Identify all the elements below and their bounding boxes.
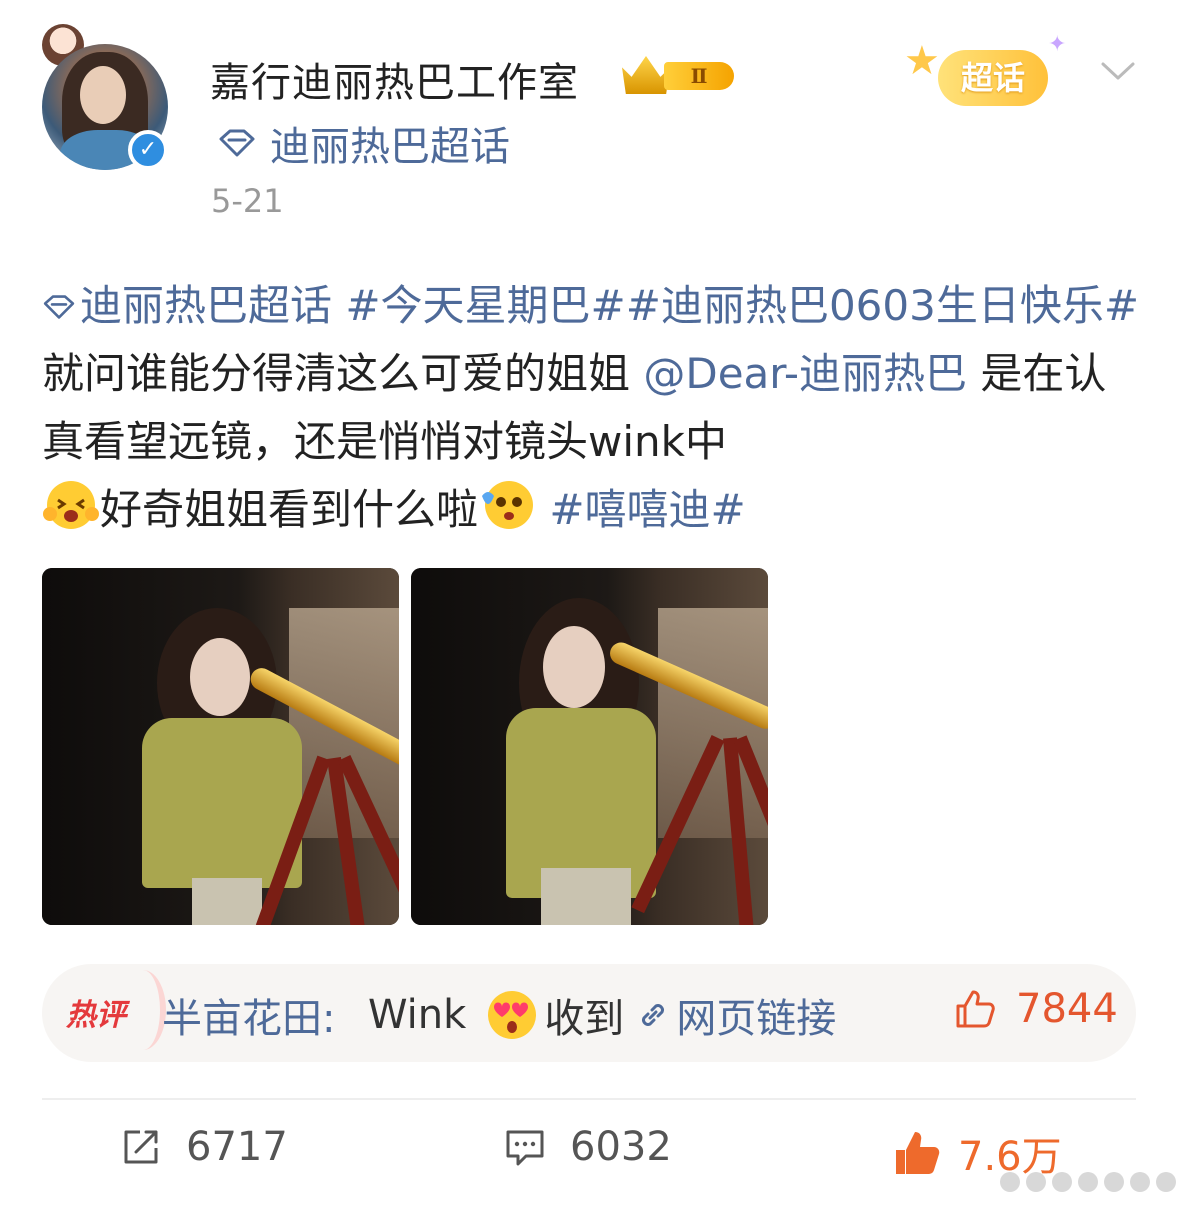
divider: [42, 1098, 1136, 1100]
chevron-down-icon[interactable]: [1100, 56, 1136, 86]
thumb-up-icon: [896, 1132, 940, 1174]
web-link[interactable]: 网页链接: [638, 986, 836, 1044]
post-date: 5-21: [211, 182, 284, 220]
supertopic-tag[interactable]: 迪丽热巴超话: [42, 281, 332, 330]
post-body-text: 好奇姐姐看到什么啦: [100, 485, 479, 534]
comment-icon: [506, 1130, 544, 1166]
diamond-icon: [219, 129, 255, 157]
excited-face-emoji-icon: [43, 481, 99, 529]
comment-like-count: 7844: [1016, 986, 1118, 1032]
comment-button[interactable]: 6032: [504, 1124, 672, 1170]
post-body-text: 就问谁能分得清这么可爱的姐姐: [42, 349, 644, 398]
repost-icon: [124, 1130, 158, 1164]
comment-count: 6032: [570, 1124, 672, 1170]
diamond-icon: [43, 295, 75, 319]
post-text: 迪丽热巴超话 #今天星期巴##迪丽热巴0603生日快乐# 就问谁能分得清这么可爱…: [42, 272, 1142, 544]
mention-link[interactable]: @Dear-迪丽热巴: [643, 349, 967, 398]
comment-text: Wink 收到 网页链接: [368, 986, 836, 1044]
supertopic-link[interactable]: 迪丽热巴超话: [218, 114, 510, 172]
repost-count: 6717: [186, 1124, 288, 1170]
thumb-up-icon: [956, 990, 995, 1028]
post-photo-2[interactable]: [411, 568, 768, 925]
hot-comment-label: 热评: [66, 998, 126, 1033]
web-link-label: 网页链接: [676, 996, 837, 1042]
sparkle-icon: ✦: [1048, 32, 1067, 57]
repost-button[interactable]: 6717: [120, 1124, 288, 1170]
comment-like-button[interactable]: 7844: [954, 986, 1118, 1032]
link-icon: [642, 1004, 665, 1026]
hashtag-link[interactable]: #嘻嘻迪#: [536, 485, 745, 534]
chaohua-label: 超话: [938, 50, 1048, 106]
vip-badge[interactable]: Ⅱ: [622, 56, 736, 94]
supertopic-label: 迪丽热巴超话: [270, 124, 510, 170]
comment-text-part: 收到: [544, 996, 625, 1042]
post-photo-1[interactable]: [42, 568, 399, 925]
username[interactable]: 嘉行迪丽热巴工作室: [210, 50, 579, 108]
star-icon: ★: [904, 38, 940, 84]
curious-face-emoji-icon: [482, 481, 534, 529]
vip-level: Ⅱ: [664, 62, 734, 90]
comment-author[interactable]: 半亩花田:: [162, 986, 335, 1044]
crown-icon: [622, 56, 670, 94]
heart-eyes-emoji-icon: [488, 991, 537, 1039]
more-indicator: [1000, 1172, 1176, 1192]
comment-text-part: Wink: [368, 992, 467, 1038]
hot-comment[interactable]: 热评 半亩花田: Wink 收到 网页链接 7844: [42, 964, 1136, 1062]
chaohua-badge[interactable]: ★ 超话 ✦: [898, 32, 1068, 112]
hashtag-link[interactable]: #今天星期巴##迪丽热巴0603生日快乐#: [332, 281, 1139, 330]
hot-decoration: [120, 970, 166, 1050]
verified-icon: ✓: [128, 130, 168, 170]
